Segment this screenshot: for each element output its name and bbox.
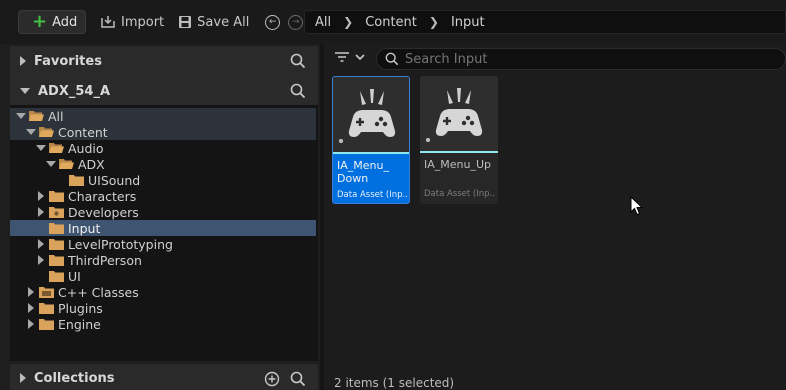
tree-item-adx[interactable]: ADX: [10, 156, 316, 172]
expand-arrow-icon[interactable]: [26, 303, 36, 313]
folder-developer-icon: [49, 206, 64, 218]
expand-arrow-icon[interactable]: [26, 319, 36, 329]
expand-arrow-icon[interactable]: [36, 239, 46, 249]
asset-name: IA_Menu_Up: [424, 158, 492, 171]
expand-icon: [20, 56, 26, 66]
collapse-arrow-icon[interactable]: [16, 111, 26, 121]
expand-arrow-icon[interactable]: [36, 207, 46, 217]
asset-name: IA_Menu_ Down: [337, 159, 389, 185]
import-label: Import: [121, 14, 165, 30]
collapse-arrow-icon[interactable]: [36, 143, 46, 153]
add-label: Add: [52, 14, 78, 30]
folder-icon: [49, 270, 64, 282]
folder-open-icon: [59, 158, 74, 170]
chevron-right-icon[interactable]: ❯: [429, 15, 439, 29]
plus-icon: +: [32, 11, 48, 32]
favorites-title: Favorites: [34, 53, 102, 69]
breadcrumb-all[interactable]: All: [315, 15, 331, 30]
folder-icon: [49, 190, 64, 202]
filter-icon: [335, 52, 349, 62]
expand-icon: [20, 373, 26, 383]
arrow-right-icon: →: [288, 14, 304, 30]
folder-icon: [69, 174, 84, 186]
asset-type-bar: [420, 151, 498, 153]
save-all-label: Save All: [197, 14, 250, 30]
folder-icon: [39, 302, 54, 314]
expand-arrow-icon[interactable]: [36, 255, 46, 265]
collections-header[interactable]: Collections: [10, 364, 318, 390]
folder-cpp-icon: [39, 286, 54, 298]
arrow-left-icon: ←: [265, 14, 281, 30]
folder-icon: [39, 318, 54, 330]
save-icon: [179, 16, 192, 28]
tree-item-developers[interactable]: Developers: [10, 204, 316, 220]
gamepad-icon: [339, 89, 396, 143]
tree-item-characters[interactable]: Characters: [10, 188, 316, 204]
tree-item-cpp-classes[interactable]: C++ Classes: [10, 284, 316, 300]
tree-item-ui[interactable]: UI: [10, 268, 316, 284]
import-icon: [101, 16, 115, 28]
sources-panel: Favorites ADX_54_A All Content Audio ADX…: [0, 44, 320, 390]
tree-item-levelprototyping[interactable]: LevelPrototyping: [10, 236, 316, 252]
tree-item-plugins[interactable]: Plugins: [10, 300, 316, 316]
breadcrumb-input[interactable]: Input: [451, 15, 485, 30]
tree-item-all[interactable]: All: [10, 108, 316, 124]
chevron-right-icon[interactable]: ❯: [343, 15, 353, 29]
folder-icon: [49, 254, 64, 266]
status-text: 2 items (1 selected): [334, 376, 455, 390]
tree-item-content[interactable]: Content: [10, 124, 316, 140]
folder-icon: [49, 238, 64, 250]
back-button[interactable]: ←: [265, 14, 281, 30]
tree-item-engine[interactable]: Engine: [10, 316, 316, 332]
asset-thumbnail: [333, 77, 409, 153]
asset-view: IA_Menu_ Down Data Asset (Inp... IA_Menu…: [324, 44, 786, 390]
search-icon[interactable]: [290, 83, 306, 99]
chevron-down-icon: [355, 54, 365, 61]
search-box: [376, 48, 786, 70]
search-input[interactable]: [405, 51, 765, 67]
breadcrumb: All ❯ Content ❯ Input: [304, 10, 786, 34]
asset-type: Data Asset (Inp...: [424, 189, 496, 199]
add-button[interactable]: + Add: [18, 10, 86, 34]
asset-type-bar: [333, 152, 409, 154]
search-icon: [385, 52, 399, 66]
asset-thumbnail: [420, 76, 498, 152]
tree-item-thirdperson[interactable]: ThirdPerson: [10, 252, 316, 268]
import-button[interactable]: Import: [100, 15, 164, 30]
folder-tree: All Content Audio ADX UISound Characters: [10, 105, 318, 361]
forward-button[interactable]: →: [288, 14, 304, 30]
mouse-cursor-icon: [630, 196, 644, 216]
favorites-header[interactable]: Favorites: [10, 46, 318, 76]
asset-tile-ia-menu-down[interactable]: IA_Menu_ Down Data Asset (Inp...: [332, 76, 410, 204]
folder-open-icon: [39, 126, 54, 138]
tree-item-input[interactable]: Input: [10, 220, 316, 236]
search-icon[interactable]: [290, 371, 306, 387]
project-header[interactable]: ADX_54_A: [10, 76, 318, 106]
folder-open-icon: [29, 110, 44, 122]
collapse-icon: [20, 88, 30, 94]
tree-item-uisound[interactable]: UISound: [10, 172, 316, 188]
save-all-button[interactable]: Save All: [178, 15, 249, 30]
collapse-arrow-icon[interactable]: [26, 127, 36, 137]
expand-arrow-icon[interactable]: [36, 191, 46, 201]
asset-type: Data Asset (Inp...: [337, 190, 409, 200]
tree-item-audio[interactable]: Audio: [10, 140, 316, 156]
filter-button[interactable]: [334, 50, 366, 64]
collections-title: Collections: [34, 370, 115, 386]
gamepad-icon: [426, 88, 483, 142]
search-icon[interactable]: [290, 53, 306, 69]
project-title: ADX_54_A: [38, 83, 111, 99]
asset-tile-ia-menu-up[interactable]: IA_Menu_Up Data Asset (Inp...: [420, 76, 498, 204]
folder-open-icon: [49, 142, 64, 154]
folder-icon: [49, 222, 64, 234]
expand-arrow-icon[interactable]: [26, 287, 36, 297]
breadcrumb-content[interactable]: Content: [365, 15, 417, 30]
collapse-arrow-icon[interactable]: [46, 159, 56, 169]
add-circle-icon[interactable]: [264, 371, 280, 387]
